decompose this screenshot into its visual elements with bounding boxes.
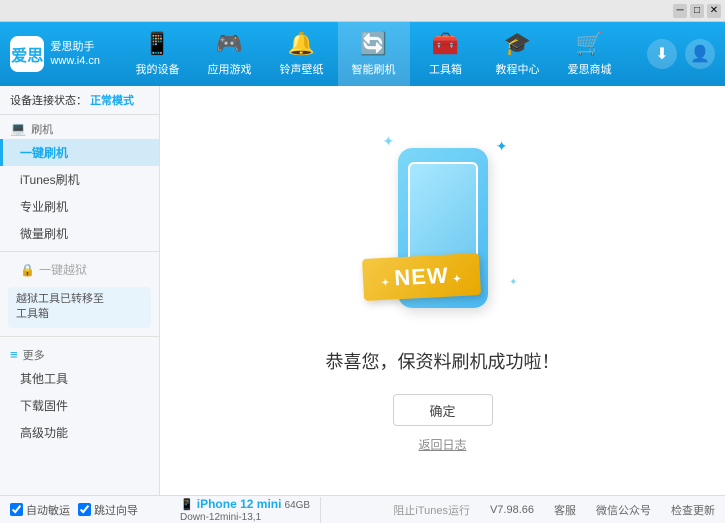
sidebar-notice: 越狱工具已转移至工具箱 (8, 287, 151, 328)
sparkle-3: ✦ (509, 277, 517, 288)
nav-items: 📱 我的设备 🎮 应用游戏 🔔 铃声壁纸 🔄 智能刷机 🧰 工具箱 🎓 教程中心… (100, 22, 647, 86)
device-icon: 📱 (144, 31, 171, 57)
tutorials-icon: 🎓 (504, 31, 531, 57)
topnav: 爱思 爱思助手 www.i4.cn 📱 我的设备 🎮 应用游戏 🔔 铃声壁纸 🔄… (0, 22, 725, 86)
sidebar-item-pro-flash[interactable]: 专业刷机 (0, 193, 159, 220)
sidebar-divider-1 (0, 251, 159, 252)
close-button[interactable]: ✕ (707, 4, 721, 18)
nav-item-smart-shop[interactable]: 🔄 智能刷机 (338, 22, 410, 86)
phone-illustration: ✦ ✦ ✦ NEW (353, 128, 533, 328)
sidebar-item-download-firmware[interactable]: 下载固件 (0, 392, 159, 419)
sparkle-1: ✦ (383, 133, 395, 150)
main-container: 设备连接状态： 正常模式 💻 刷机 一键刷机 iTunes刷机 专业刷机 微量刷… (0, 86, 725, 495)
sidebar-item-other-tools[interactable]: 其他工具 (0, 365, 159, 392)
lock-icon: 🔒 (20, 263, 35, 277)
more-section-icon: ≡ (10, 347, 18, 362)
device-name: iPhone 12 mini (197, 497, 282, 511)
bottom-device-info: 📱 iPhone 12 mini 64GB Down-12mini-13,1 (170, 497, 321, 523)
skip-wizard-label: 跳过向导 (94, 502, 138, 518)
update-link[interactable]: 检查更新 (671, 502, 715, 518)
bottom-left: 自动敏运 跳过向导 (10, 502, 170, 518)
titlebar: ─ □ ✕ (0, 0, 725, 22)
skip-wizard-checkbox[interactable]: 跳过向导 (78, 502, 138, 518)
itunes-status: 阻止iTunes运行 (393, 502, 470, 518)
wechat-link[interactable]: 微信公众号 (596, 502, 651, 518)
maximize-button[interactable]: □ (690, 4, 704, 18)
sidebar-section-flash: 💻 刷机 (0, 115, 159, 139)
user-button[interactable]: 👤 (685, 39, 715, 69)
nav-item-apps-games[interactable]: 🎮 应用游戏 (194, 22, 266, 86)
minimize-button[interactable]: ─ (673, 4, 687, 18)
confirm-button[interactable]: 确定 (393, 394, 493, 426)
sidebar-item-jailbreak-locked: 🔒 一键越狱 (0, 256, 159, 283)
logo-icon: 爱思 (10, 36, 44, 72)
flash-section-icon: 💻 (10, 121, 26, 137)
content-area: ✦ ✦ ✦ NEW 恭喜您，保资料刷机成功啦！ 确定 返回日志 (160, 86, 725, 495)
nav-item-tutorials[interactable]: 🎓 教程中心 (482, 22, 554, 86)
smart-shop-icon: 🔄 (360, 31, 387, 57)
sidebar-divider-2 (0, 336, 159, 337)
nav-item-ringtones[interactable]: 🔔 铃声壁纸 (266, 22, 338, 86)
device-model: Down-12mini-13,1 (180, 512, 261, 523)
logo-text: 爱思助手 www.i4.cn (50, 40, 100, 69)
nav-right: ⬇ 👤 (647, 39, 715, 69)
download-button[interactable]: ⬇ (647, 39, 677, 69)
device-status-bar: 设备连接状态： 正常模式 (0, 86, 159, 115)
device-storage: 64GB (285, 500, 311, 511)
skip-wizard-input[interactable] (78, 503, 91, 516)
sidebar-item-itunes-flash[interactable]: iTunes刷机 (0, 166, 159, 193)
store-icon: 🛒 (576, 31, 603, 57)
new-ribbon: NEW (361, 253, 480, 301)
apps-icon: 🎮 (216, 31, 243, 57)
bottom-right: 阻止iTunes运行 V7.98.66 客服 微信公众号 检查更新 (321, 502, 715, 518)
logo: 爱思 爱思助手 www.i4.cn (10, 36, 100, 72)
goto-log-link[interactable]: 返回日志 (418, 436, 466, 453)
sidebar-section-more: ≡ 更多 (0, 341, 159, 365)
success-message: 恭喜您，保资料刷机成功啦！ (326, 348, 560, 374)
bottom-bar: 自动敏运 跳过向导 📱 iPhone 12 mini 64GB Down-12m… (0, 495, 725, 523)
service-link[interactable]: 客服 (554, 502, 576, 518)
sidebar-item-micro-flash[interactable]: 微量刷机 (0, 220, 159, 247)
sidebar-item-advanced-functions[interactable]: 高级功能 (0, 419, 159, 446)
nav-item-store[interactable]: 🛒 爱思商城 (554, 22, 626, 86)
toolbox-icon: 🧰 (432, 31, 459, 57)
ringtones-icon: 🔔 (288, 31, 315, 57)
auto-launch-label: 自动敏运 (26, 502, 70, 518)
device-icon-small: 📱 (180, 499, 194, 511)
sparkle-2: ✦ (496, 138, 508, 155)
sidebar-item-one-click-flash[interactable]: 一键刷机 (0, 139, 159, 166)
sidebar: 设备连接状态： 正常模式 💻 刷机 一键刷机 iTunes刷机 专业刷机 微量刷… (0, 86, 160, 495)
nav-item-my-device[interactable]: 📱 我的设备 (122, 22, 194, 86)
auto-launch-input[interactable] (10, 503, 23, 516)
version-label: V7.98.66 (490, 504, 534, 516)
nav-item-toolbox[interactable]: 🧰 工具箱 (410, 22, 482, 86)
auto-launch-checkbox[interactable]: 自动敏运 (10, 502, 70, 518)
